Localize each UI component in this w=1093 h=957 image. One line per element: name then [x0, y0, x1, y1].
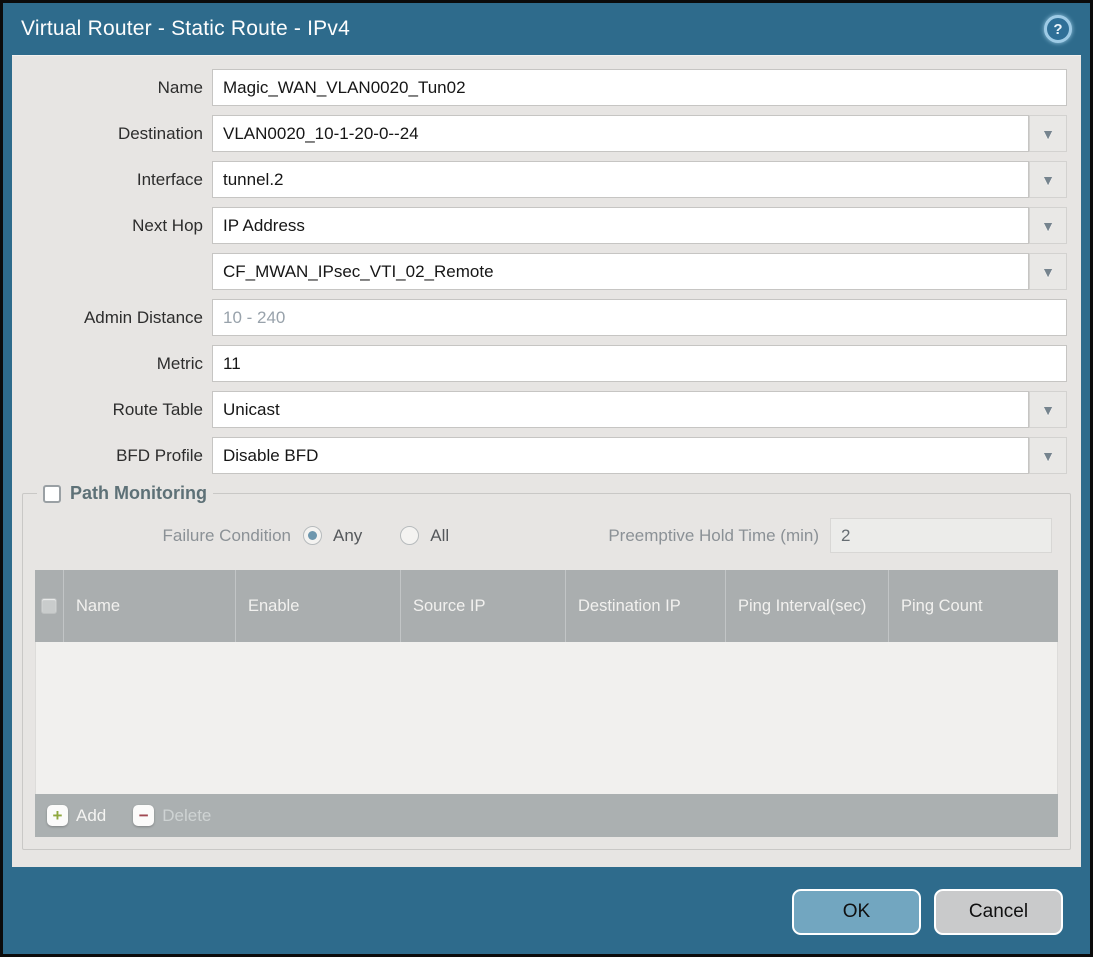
destination-row: Destination ▼ [12, 115, 1067, 152]
admin-distance-input[interactable] [212, 299, 1067, 336]
name-row: Name [12, 69, 1067, 106]
next-hop-type-input[interactable] [212, 207, 1029, 244]
table-header: Name Enable Source IP Destination IP Pin… [35, 570, 1058, 642]
path-monitoring-section: Path Monitoring Failure Condition Any Al… [22, 483, 1071, 850]
bfd-profile-dropdown-button[interactable]: ▼ [1029, 437, 1067, 474]
next-hop-address-dropdown-button[interactable]: ▼ [1029, 253, 1067, 290]
metric-row: Metric [12, 345, 1067, 382]
failure-condition-all-radio[interactable]: All [400, 526, 449, 546]
admin-distance-row: Admin Distance [12, 299, 1067, 336]
next-hop-label: Next Hop [12, 216, 212, 236]
path-monitoring-title: Path Monitoring [70, 483, 207, 504]
column-header-source-ip[interactable]: Source IP [400, 570, 565, 642]
column-header-name[interactable]: Name [63, 570, 235, 642]
add-button-label: Add [76, 806, 106, 826]
dialog-content: Name Destination ▼ Interface ▼ [12, 55, 1081, 867]
destination-input[interactable] [212, 115, 1029, 152]
interface-input[interactable] [212, 161, 1029, 198]
destination-dropdown-button[interactable]: ▼ [1029, 115, 1067, 152]
chevron-down-icon: ▼ [1041, 127, 1055, 141]
radio-icon [303, 526, 322, 545]
metric-label: Metric [12, 354, 212, 374]
add-button[interactable]: + Add [47, 805, 106, 826]
chevron-down-icon: ▼ [1041, 173, 1055, 187]
chevron-down-icon: ▼ [1041, 449, 1055, 463]
delete-button-label: Delete [162, 806, 211, 826]
cancel-button[interactable]: Cancel [934, 889, 1063, 935]
plus-icon: + [47, 805, 68, 826]
column-header-ping-count[interactable]: Ping Count [888, 570, 1058, 642]
radio-all-label: All [430, 526, 449, 546]
route-table-dropdown-button[interactable]: ▼ [1029, 391, 1067, 428]
dialog-footer: OK Cancel [3, 867, 1090, 957]
radio-icon [400, 526, 419, 545]
next-hop-type-dropdown-button[interactable]: ▼ [1029, 207, 1067, 244]
select-all-checkbox[interactable] [41, 598, 57, 614]
interface-dropdown-button[interactable]: ▼ [1029, 161, 1067, 198]
column-header-destination-ip[interactable]: Destination IP [565, 570, 725, 642]
preemptive-hold-label: Preemptive Hold Time (min) [608, 526, 830, 546]
dialog-titlebar: Virtual Router - Static Route - IPv4 ? [3, 3, 1090, 55]
failure-condition-label: Failure Condition [35, 526, 303, 546]
bfd-profile-row: BFD Profile ▼ [12, 437, 1067, 474]
route-table-input[interactable] [212, 391, 1029, 428]
destination-label: Destination [12, 124, 212, 144]
path-monitoring-legend: Path Monitoring [37, 483, 213, 504]
ok-button[interactable]: OK [792, 889, 921, 935]
static-route-dialog: Virtual Router - Static Route - IPv4 ? N… [0, 0, 1093, 957]
bfd-profile-input[interactable] [212, 437, 1029, 474]
metric-input[interactable] [212, 345, 1067, 382]
column-header-enable[interactable]: Enable [235, 570, 400, 642]
path-monitoring-checkbox[interactable] [43, 485, 61, 503]
next-hop-row: Next Hop ▼ [12, 207, 1067, 244]
name-label: Name [12, 78, 212, 98]
interface-label: Interface [12, 170, 212, 190]
column-header-ping-interval[interactable]: Ping Interval(sec) [725, 570, 888, 642]
interface-row: Interface ▼ [12, 161, 1067, 198]
minus-icon: − [133, 805, 154, 826]
chevron-down-icon: ▼ [1041, 403, 1055, 417]
next-hop-address-row: ▼ [12, 253, 1067, 290]
admin-distance-label: Admin Distance [12, 308, 212, 328]
table-toolbar: + Add − Delete [35, 794, 1058, 837]
help-icon[interactable]: ? [1044, 15, 1072, 43]
preemptive-hold-input[interactable] [830, 518, 1052, 553]
dialog-title: Virtual Router - Static Route - IPv4 [21, 17, 350, 41]
bfd-profile-label: BFD Profile [12, 446, 212, 466]
chevron-down-icon: ▼ [1041, 219, 1055, 233]
next-hop-address-input[interactable] [212, 253, 1029, 290]
name-input[interactable] [212, 69, 1067, 106]
delete-button[interactable]: − Delete [133, 805, 211, 826]
failure-condition-any-radio[interactable]: Any [303, 526, 362, 546]
route-table-label: Route Table [12, 400, 212, 420]
radio-any-label: Any [333, 526, 362, 546]
preemptive-hold-group: Preemptive Hold Time (min) [608, 518, 1052, 553]
table-body-empty [35, 642, 1058, 794]
table-header-checkbox-cell [35, 570, 63, 642]
route-table-row: Route Table ▼ [12, 391, 1067, 428]
path-monitoring-table: Name Enable Source IP Destination IP Pin… [35, 570, 1058, 837]
failure-condition-row: Failure Condition Any All Preemptive Hol… [35, 518, 1052, 553]
chevron-down-icon: ▼ [1041, 265, 1055, 279]
